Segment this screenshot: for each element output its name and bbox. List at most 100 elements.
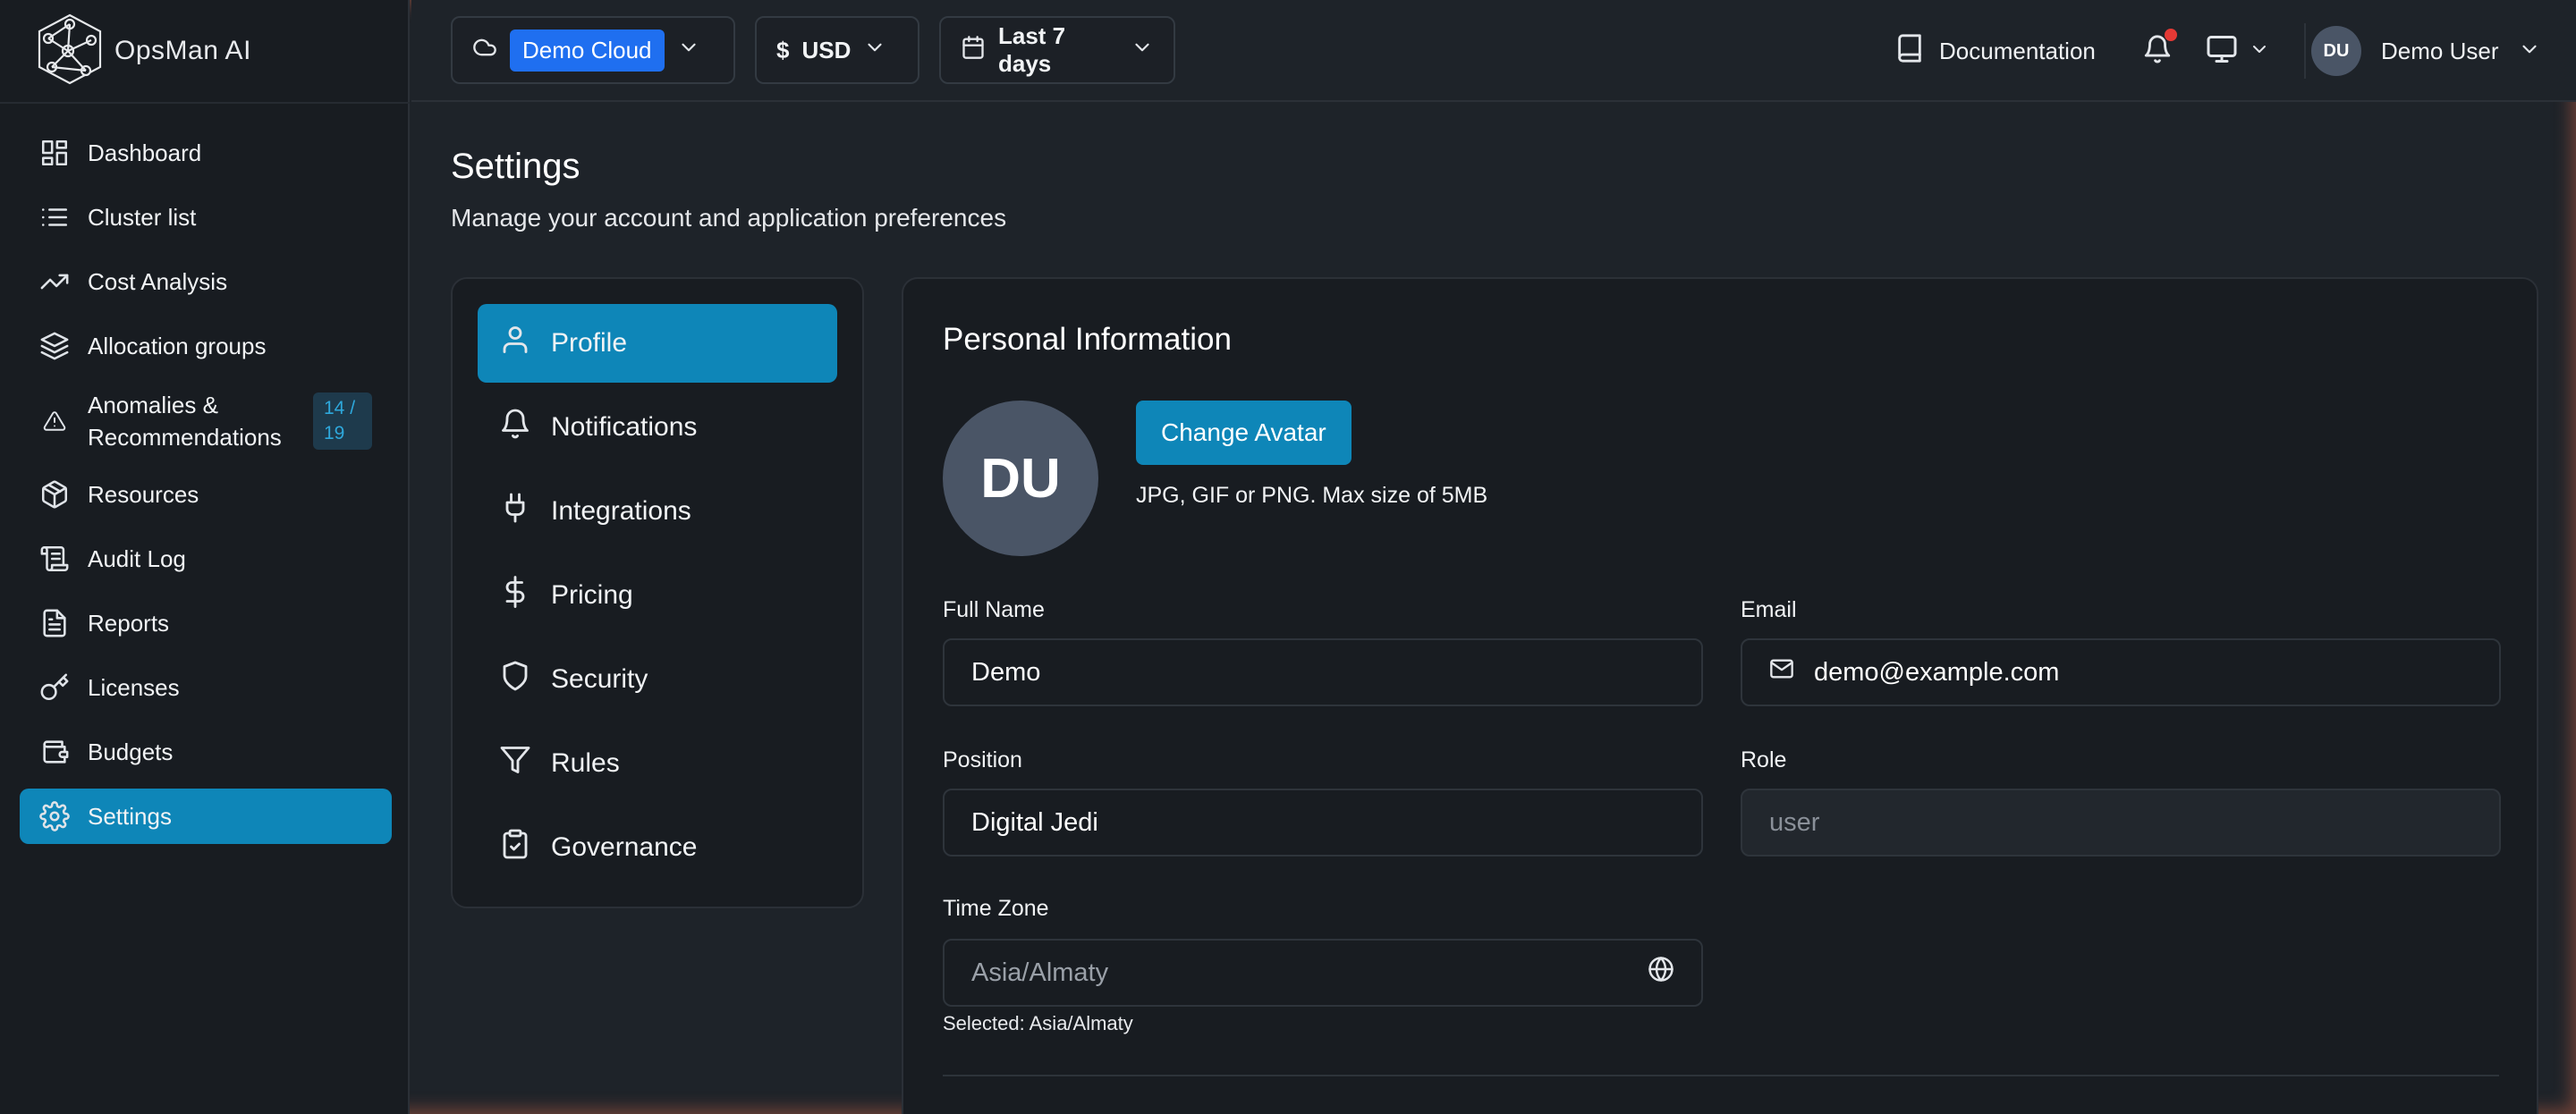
logo-icon [36,12,104,91]
cloud-selector[interactable]: Demo Cloud [451,16,735,84]
sidebar-item-dashboard[interactable]: Dashboard [20,125,392,181]
documentation-link[interactable]: Documentation [1894,0,2096,102]
package-icon [39,479,70,510]
sidebar-item-reports[interactable]: Reports [20,595,392,651]
settings-tab-label: Rules [551,748,620,778]
list-icon [39,202,70,232]
position-label: Position [943,747,1022,772]
settings-tab-label: Notifications [551,412,698,442]
documentation-link-inner: Documentation [1894,33,2096,70]
chevron-down-icon [863,36,886,65]
display-mode-selector[interactable] [2206,0,2270,102]
brand[interactable]: OpsMan AI [36,11,251,91]
timezone-value: Asia/Almaty [971,958,1109,987]
app-window: OpsMan AI Dashboard Cluster list Cost An… [0,0,2576,1114]
trending-up-icon [39,266,70,297]
filter-icon [499,744,531,783]
page-title: Settings [451,147,580,186]
bell-icon [499,408,531,447]
user-icon [499,324,531,363]
anomalies-count-badge: 14 / 19 [313,392,372,450]
change-avatar-button[interactable]: Change Avatar [1136,401,1352,465]
avatar: DU [2311,26,2361,76]
sidebar-item-cost-analysis[interactable]: Cost Analysis [20,254,392,309]
settings-tab-notifications[interactable]: Notifications [478,388,837,467]
currency-code: USD [801,36,852,63]
settings-tab-governance[interactable]: Governance [478,808,837,887]
sidebar-divider [0,102,410,104]
file-text-icon [39,608,70,638]
badge-line1: 14 / [324,398,356,418]
sidebar-item-audit-log[interactable]: Audit Log [20,531,392,587]
timezone-select[interactable]: Asia/Almaty [943,939,1703,1007]
full-name-label: Full Name [943,597,1045,622]
sidebar-item-resources[interactable]: Resources [20,467,392,522]
user-name: Demo User [2381,37,2499,64]
profile-avatar: DU [943,401,1098,556]
sidebar-nav: Dashboard Cluster list Cost Analysis All… [20,125,392,853]
role-value: user [1769,807,1820,837]
currency-selector[interactable]: $ USD [755,16,919,84]
globe-icon [1648,956,1674,990]
role-label: Role [1741,747,1787,772]
sidebar-item-label: Anomalies & Recommendations [88,389,282,453]
email-field[interactable]: demo@example.com [1741,638,2501,706]
settings-tab-security[interactable]: Security [478,640,837,719]
user-menu[interactable]: DU Demo User [2311,0,2541,102]
settings-tab-label: Governance [551,832,698,862]
dollar-icon [499,576,531,615]
settings-tab-rules[interactable]: Rules [478,724,837,803]
sidebar-item-allocation-groups[interactable]: Allocation groups [20,318,392,374]
layers-icon [39,331,70,361]
cloud-icon [472,35,497,66]
cloud-name: Demo Cloud [510,29,665,72]
sidebar-item-anomalies[interactable]: Anomalies & Recommendations 14 / 19 [20,383,392,460]
sidebar-item-settings[interactable]: Settings [20,789,392,844]
badge-line2: 19 [324,423,345,443]
sidebar-item-label-line1: Anomalies & [88,392,218,418]
settings-nav: Profile Notifications Integrations Prici… [451,277,864,908]
sidebar-item-cluster-list[interactable]: Cluster list [20,190,392,245]
sidebar-item-label: Settings [88,802,172,830]
clipboard-icon [499,828,531,867]
dashboard-icon [39,138,70,168]
notifications-button[interactable] [2134,0,2181,102]
full-name-value: Demo [971,657,1041,687]
sidebar-item-licenses[interactable]: Licenses [20,660,392,715]
position-field[interactable]: Digital Jedi [943,789,1703,857]
currency-symbol: $ [776,36,790,63]
email-label: Email [1741,597,1797,622]
settings-tab-label: Security [551,664,648,694]
timezone-label: Time Zone [943,896,1049,921]
date-range-selector[interactable]: Last 7 days [939,16,1175,84]
sidebar-item-label: Reports [88,609,170,637]
avatar-hint: JPG, GIF or PNG. Max size of 5MB [1136,483,1488,508]
settings-tab-pricing[interactable]: Pricing [478,556,837,635]
scroll-icon [39,544,70,574]
settings-tab-profile[interactable]: Profile [478,304,837,383]
chevron-down-icon [2518,38,2541,65]
profile-panel: Personal Information DU Change Avatar JP… [902,277,2538,1114]
top-bar: Demo Cloud $ USD Last 7 days Documentati… [411,0,2576,102]
shield-icon [499,660,531,699]
sidebar-item-budgets[interactable]: Budgets [20,724,392,780]
wallet-icon [39,737,70,767]
position-value: Digital Jedi [971,807,1098,837]
settings-tab-label: Pricing [551,580,633,610]
topbar-divider [2304,0,2306,102]
chevron-down-icon [2249,38,2270,64]
mail-icon [1769,656,1794,688]
sidebar-item-label: Audit Log [88,544,186,572]
sidebar-item-label: Allocation groups [88,332,267,359]
notification-dot [2165,29,2177,41]
sidebar-item-label: Budgets [88,738,174,765]
settings-tab-integrations[interactable]: Integrations [478,472,837,551]
warning-icon [39,406,70,436]
sidebar-item-label: Cost Analysis [88,267,228,295]
sidebar-item-label-line2: Recommendations [88,424,282,451]
timezone-selected-note: Selected: Asia/Almaty [943,1012,1133,1034]
gear-icon [39,801,70,831]
full-name-field[interactable]: Demo [943,638,1703,706]
monitor-icon [2206,33,2238,70]
settings-tab-label: Profile [551,328,628,358]
